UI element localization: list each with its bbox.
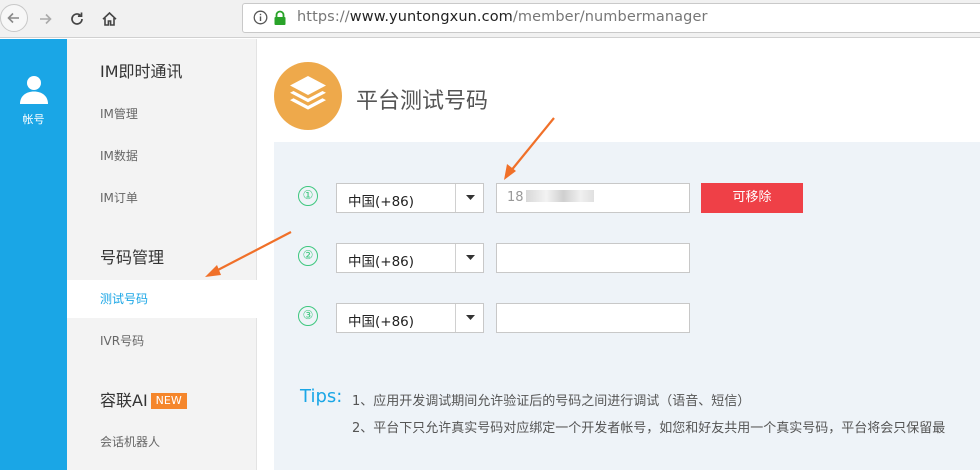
phone-input-value: 18 bbox=[507, 190, 524, 205]
forward-button[interactable] bbox=[32, 6, 58, 32]
test-number-panel: ① 中国(+86) 18 可移除 ② 中国(+86) ③ 中国(+86) Tip… bbox=[274, 142, 980, 470]
lock-icon bbox=[274, 10, 286, 25]
main-content: 平台测试号码 ① 中国(+86) 18 可移除 ② 中国(+86) ③ 中国(+… bbox=[258, 39, 980, 470]
country-select-2[interactable]: 中国(+86) bbox=[336, 243, 484, 273]
new-badge: NEW bbox=[150, 393, 187, 409]
sidebar: IM即时通讯 IM管理 IM数据 IM订单 号码管理 测试号码 IVR号码 容联… bbox=[67, 39, 257, 470]
reload-button[interactable] bbox=[64, 6, 90, 32]
sidebar-section-ai-label: 容联AI bbox=[100, 391, 148, 410]
sidebar-section-im: IM即时通讯 bbox=[100, 62, 183, 81]
reload-icon bbox=[71, 12, 83, 25]
sidebar-item-im-order[interactable]: IM订单 bbox=[67, 179, 257, 217]
account-bar: 帐号 bbox=[0, 39, 67, 470]
remove-button[interactable]: 可移除 bbox=[701, 183, 803, 213]
caret-down-icon bbox=[466, 315, 475, 320]
country-select-1[interactable]: 中国(+86) bbox=[336, 183, 484, 213]
country-select-value: 中国(+86) bbox=[348, 254, 415, 270]
sidebar-item-ivr-numbers[interactable]: IVR号码 bbox=[67, 322, 257, 360]
home-icon bbox=[101, 11, 117, 26]
browser-toolbar: https://www.yuntongxun.com/member/number… bbox=[0, 0, 980, 38]
caret-down-icon bbox=[466, 255, 475, 260]
country-select-3[interactable]: 中国(+86) bbox=[336, 303, 484, 333]
tip-line-2: 2、平台下只允许真实号码对应绑定一个开发者帐号，如您和好友共用一个真实号码，平台… bbox=[352, 421, 946, 436]
phone-input-3[interactable] bbox=[496, 303, 690, 333]
sidebar-section-ai: 容联AI NEW bbox=[100, 387, 187, 411]
country-select-value: 中国(+86) bbox=[348, 314, 415, 330]
select-divider bbox=[455, 304, 456, 332]
user-icon bbox=[19, 76, 48, 104]
select-divider bbox=[455, 184, 456, 212]
row-index-3: ③ bbox=[298, 306, 318, 326]
blurred-number bbox=[525, 190, 594, 202]
sidebar-section-numbers: 号码管理 bbox=[100, 248, 165, 267]
url-text: https://www.yuntongxun.com/member/number… bbox=[297, 9, 708, 25]
info-icon[interactable] bbox=[253, 10, 268, 25]
country-select-value: 中国(+86) bbox=[348, 194, 415, 210]
page-logo bbox=[274, 62, 342, 130]
caret-down-icon bbox=[466, 195, 475, 200]
phone-input-2[interactable] bbox=[496, 243, 690, 273]
select-divider bbox=[455, 244, 456, 272]
page-title: 平台测试号码 bbox=[356, 89, 489, 114]
arrow-right-icon bbox=[40, 13, 52, 25]
sidebar-item-test-numbers[interactable]: 测试号码 bbox=[67, 280, 257, 318]
back-button[interactable] bbox=[0, 4, 28, 32]
sidebar-item-im-data[interactable]: IM数据 bbox=[67, 137, 257, 175]
tip-line-1: 1、应用开发调试期间允许验证后的号码之间进行调试（语音、短信） bbox=[352, 394, 751, 409]
layers-icon bbox=[290, 76, 326, 110]
account-button[interactable]: 帐号 bbox=[0, 73, 67, 127]
row-index-1: ① bbox=[298, 186, 318, 206]
arrow-left-icon bbox=[7, 12, 19, 24]
phone-input-1[interactable]: 18 bbox=[496, 183, 690, 213]
home-button[interactable] bbox=[96, 6, 122, 32]
sidebar-item-im-manage[interactable]: IM管理 bbox=[67, 95, 257, 133]
sidebar-item-chatbot[interactable]: 会话机器人 bbox=[67, 423, 257, 461]
row-index-2: ② bbox=[298, 246, 318, 266]
address-bar[interactable]: https://www.yuntongxun.com/member/number… bbox=[242, 3, 980, 33]
account-label: 帐号 bbox=[22, 113, 45, 126]
tips-label: Tips: bbox=[300, 386, 343, 407]
